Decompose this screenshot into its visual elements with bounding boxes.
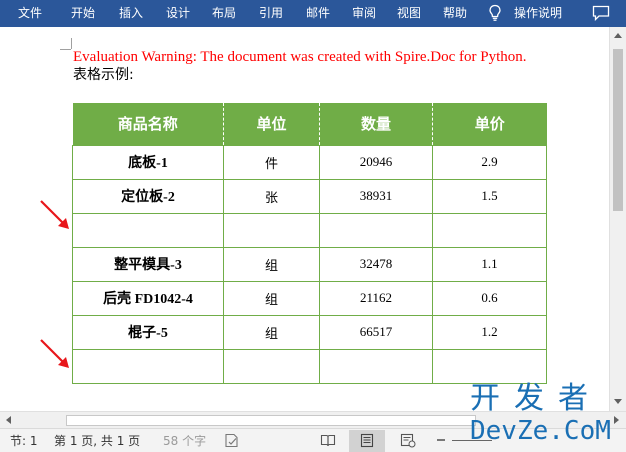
table-row: 整平模具-3 组 32478 1.1 <box>72 246 547 282</box>
table-row-empty <box>72 348 547 384</box>
tab-insert[interactable]: 插入 <box>119 6 143 20</box>
cell-quantity[interactable] <box>319 212 433 248</box>
web-layout-icon[interactable] <box>400 433 416 448</box>
tab-design[interactable]: 设计 <box>166 6 190 20</box>
red-arrow-icon <box>40 339 69 368</box>
print-layout-icon[interactable] <box>359 433 375 448</box>
cell-unit-price[interactable]: 0.6 <box>432 280 547 316</box>
evaluation-warning: Evaluation Warning: The document was cre… <box>73 49 527 65</box>
watermark-chinese: 开发者 <box>470 381 602 416</box>
cell-unit-price[interactable] <box>432 348 547 384</box>
proofing-icon[interactable] <box>224 433 240 448</box>
cell-product-name[interactable]: 定位板-2 <box>72 178 224 214</box>
header-unit: 单位 <box>223 103 320 145</box>
product-table: 商品名称 单位 数量 单价 底板-1 件 20946 2.9 定位板-2 张 3… <box>72 103 547 384</box>
header-unit-price: 单价 <box>432 103 547 145</box>
table-header-row: 商品名称 单位 数量 单价 <box>72 103 547 145</box>
cell-unit[interactable] <box>223 212 320 248</box>
cell-product-name[interactable] <box>72 212 224 248</box>
site-watermark: 开发者 DevZe.CoM <box>470 382 626 448</box>
table-row: 棍子-5 组 66517 1.2 <box>72 314 547 350</box>
table-row: 底板-1 件 20946 2.9 <box>72 144 547 180</box>
cell-unit[interactable]: 件 <box>223 144 320 180</box>
comment-icon[interactable] <box>592 5 610 21</box>
cell-product-name[interactable]: 后壳 FD1042-4 <box>72 280 224 316</box>
ribbon-tab-bar: 文件 开始 插入 设计 布局 引用 邮件 审阅 视图 帮助 操作说明 <box>0 0 626 27</box>
tell-me-search[interactable]: 操作说明 <box>514 6 562 20</box>
page-indicator[interactable]: 第 1 页, 共 1 页 <box>54 434 140 448</box>
cell-unit-price[interactable]: 2.9 <box>432 144 547 180</box>
tab-home[interactable]: 开始 <box>71 6 95 20</box>
lightbulb-icon[interactable] <box>487 4 503 22</box>
word-count[interactable]: 58 个字 <box>163 434 206 448</box>
scroll-up-icon[interactable] <box>614 33 622 38</box>
cell-unit[interactable]: 组 <box>223 280 320 316</box>
margin-corner-mark-vertical <box>71 38 72 49</box>
tab-review[interactable]: 审阅 <box>352 6 376 20</box>
cell-product-name[interactable]: 底板-1 <box>72 144 224 180</box>
header-product-name: 商品名称 <box>72 103 224 145</box>
cell-product-name[interactable]: 整平模具-3 <box>72 246 224 282</box>
zoom-out-icon[interactable] <box>436 433 446 447</box>
vertical-scrollbar[interactable] <box>609 27 626 411</box>
tab-view[interactable]: 视图 <box>397 6 421 20</box>
tab-references[interactable]: 引用 <box>259 6 283 20</box>
tab-file[interactable]: 文件 <box>18 6 42 20</box>
cell-unit[interactable]: 组 <box>223 314 320 350</box>
table-row: 后壳 FD1042-4 组 21162 0.6 <box>72 280 547 316</box>
horizontal-scroll-thumb[interactable] <box>66 415 476 426</box>
red-arrow-icon <box>40 200 69 229</box>
table-row: 定位板-2 张 38931 1.5 <box>72 178 547 214</box>
document-page[interactable]: Evaluation Warning: The document was cre… <box>0 27 609 411</box>
cell-quantity[interactable]: 66517 <box>319 314 433 350</box>
cell-quantity[interactable]: 20946 <box>319 144 433 180</box>
cell-unit[interactable]: 张 <box>223 178 320 214</box>
cell-unit-price[interactable] <box>432 212 547 248</box>
cell-product-name[interactable] <box>72 348 224 384</box>
cell-product-name[interactable]: 棍子-5 <box>72 314 224 350</box>
cell-unit-price[interactable]: 1.2 <box>432 314 547 350</box>
tab-help[interactable]: 帮助 <box>443 6 467 20</box>
margin-corner-mark <box>60 49 71 50</box>
cell-quantity[interactable] <box>319 348 433 384</box>
table-caption: 表格示例: <box>73 67 134 83</box>
header-quantity: 数量 <box>319 103 433 145</box>
cell-quantity[interactable]: 21162 <box>319 280 433 316</box>
cell-unit-price[interactable]: 1.5 <box>432 178 547 214</box>
cell-quantity[interactable]: 32478 <box>319 246 433 282</box>
cell-unit[interactable] <box>223 348 320 384</box>
cell-unit[interactable]: 组 <box>223 246 320 282</box>
vertical-scroll-thumb[interactable] <box>613 49 623 211</box>
scroll-left-icon[interactable] <box>6 416 11 424</box>
cell-unit-price[interactable]: 1.1 <box>432 246 547 282</box>
tab-layout[interactable]: 布局 <box>212 6 236 20</box>
table-row-empty <box>72 212 547 248</box>
section-indicator[interactable]: 节: 1 <box>10 434 38 448</box>
tab-mailings[interactable]: 邮件 <box>306 6 330 20</box>
cell-quantity[interactable]: 38931 <box>319 178 433 214</box>
watermark-english: DevZe.CoM <box>470 416 611 446</box>
read-mode-icon[interactable] <box>320 433 336 448</box>
